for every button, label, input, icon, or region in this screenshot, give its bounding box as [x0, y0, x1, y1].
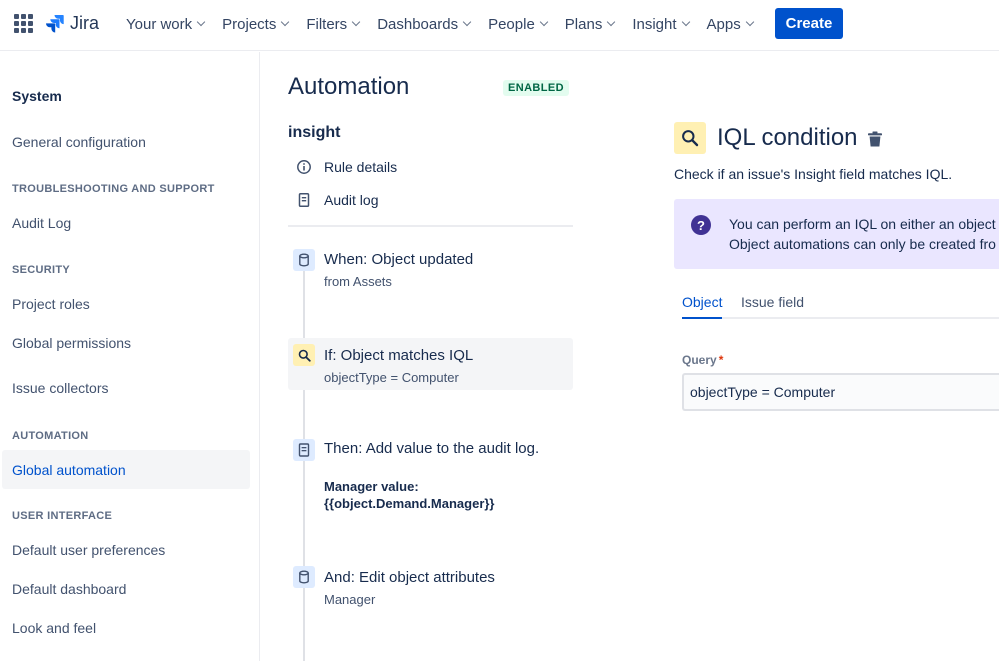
chevron-down-icon — [745, 17, 754, 27]
question-circle-icon: ? — [691, 215, 711, 235]
status-badge: ENABLED — [503, 80, 569, 96]
tab-object[interactable]: Object — [682, 294, 723, 319]
sidebar-item-default-user-preferences[interactable]: Default user preferences — [2, 531, 250, 569]
page-title: Automation — [288, 73, 410, 100]
step-title: When: Object updated — [324, 251, 474, 268]
audit-log-link[interactable]: Audit log — [296, 192, 378, 208]
database-icon — [299, 253, 309, 267]
action-badge — [293, 566, 315, 588]
nav-insight[interactable]: Insight — [632, 15, 690, 33]
info-message-line: You can perform an IQL on either an obje… — [729, 216, 996, 232]
nav-apps[interactable]: Apps — [706, 15, 754, 33]
rule-name: insight — [288, 124, 341, 141]
trigger-step[interactable]: When: Object updated from Assets — [288, 246, 573, 296]
admin-sidebar: System General configuration TROUBLESHOO… — [0, 52, 260, 661]
rule-details-label: Rule details — [324, 159, 398, 175]
info-circle-icon — [297, 160, 311, 174]
step-subtitle: Manager value: {{object.Demand.Manager}} — [324, 479, 495, 511]
step-subtitle: from Assets — [324, 274, 392, 289]
logo-text: Jira — [70, 13, 100, 33]
nav-label: Insight — [632, 15, 677, 33]
database-icon — [299, 570, 309, 584]
document-icon — [298, 443, 310, 457]
jira-logo[interactable]: Jira — [46, 13, 99, 34]
sidebar-item-default-dashboard[interactable]: Default dashboard — [2, 570, 250, 608]
search-icon — [298, 349, 311, 362]
app-switcher-icon[interactable] — [14, 14, 33, 33]
nav-projects[interactable]: Projects — [222, 15, 290, 33]
action-badge — [293, 439, 315, 461]
chevron-down-icon — [539, 17, 549, 27]
step-title: And: Edit object attributes — [324, 569, 495, 586]
chevron-down-icon — [607, 17, 616, 27]
sidebar-section-user-interface: USER INTERFACE — [12, 510, 113, 522]
step-title: Then: Add value to the audit log. — [324, 440, 540, 457]
sidebar-item-general-configuration[interactable]: General configuration — [2, 123, 250, 161]
nav-label: Projects — [222, 15, 277, 33]
chevron-down-icon — [681, 17, 690, 27]
nav-plans[interactable]: Plans — [564, 15, 616, 33]
sidebar-item-audit-log[interactable]: Audit Log — [2, 204, 250, 242]
jira-logo-icon — [46, 14, 64, 32]
panel-title: IQL condition — [717, 124, 858, 151]
nav-label: Filters — [306, 15, 348, 33]
tab-issue-field[interactable]: Issue field — [741, 294, 804, 319]
divider — [288, 225, 573, 227]
sidebar-section-troubleshooting: TROUBLESHOOTING AND SUPPORT — [12, 183, 215, 195]
nav-label: Plans — [564, 15, 603, 33]
condition-badge — [293, 344, 315, 366]
query-input[interactable] — [682, 373, 999, 411]
panel-description: Check if an issue's Insight field matche… — [674, 166, 953, 182]
sidebar-item-global-permissions[interactable]: Global permissions — [2, 324, 250, 362]
trigger-badge — [293, 249, 315, 271]
top-navigation: Jira Your work Projects Filters Dashboar… — [0, 0, 999, 51]
iql-condition-badge — [674, 122, 706, 154]
chevron-down-icon — [462, 17, 472, 27]
nav-filters[interactable]: Filters — [306, 15, 361, 33]
trash-icon[interactable] — [866, 130, 884, 148]
condition-step[interactable]: If: Object matches IQL objectType = Comp… — [288, 338, 573, 390]
sidebar-item-project-roles[interactable]: Project roles — [2, 285, 250, 323]
query-label-text: Query — [682, 353, 717, 367]
nav-people[interactable]: People — [488, 15, 549, 33]
query-label: Query * — [682, 353, 723, 367]
audit-log-label: Audit log — [324, 192, 379, 208]
nav-label: People — [488, 15, 535, 33]
action-step-edit-attributes[interactable]: And: Edit object attributes Manager — [288, 565, 573, 615]
step-subtitle: objectType = Computer — [324, 370, 459, 385]
sidebar-item-global-automation[interactable]: Global automation — [2, 450, 250, 489]
rule-details-link[interactable]: Rule details — [296, 159, 397, 175]
step-title: If: Object matches IQL — [324, 347, 474, 364]
chevron-down-icon — [351, 17, 361, 27]
nav-label: Your work — [126, 15, 193, 33]
sidebar-item-look-and-feel[interactable]: Look and feel — [2, 609, 250, 647]
search-icon — [682, 130, 699, 147]
sidebar-section-security: SECURITY — [12, 264, 71, 276]
chevron-down-icon — [196, 17, 206, 27]
sidebar-item-issue-collectors[interactable]: Issue collectors — [2, 369, 250, 407]
panel-tabs: Object Issue field — [682, 294, 999, 319]
action-step-audit-log[interactable]: Then: Add value to the audit log. Manage… — [288, 436, 573, 516]
document-icon — [298, 193, 310, 207]
sidebar-section-automation: AUTOMATION — [12, 430, 89, 442]
create-button[interactable]: Create — [775, 8, 843, 39]
nav-dashboards[interactable]: Dashboards — [377, 15, 472, 33]
nav-label: Dashboards — [377, 15, 459, 33]
nav-label: Apps — [706, 15, 741, 33]
info-message: ? You can perform an IQL on either an ob… — [674, 199, 999, 269]
info-message-line: Object automations can only be created f… — [729, 236, 996, 252]
nav-items: Your work Projects Filters Dashboards Pe… — [126, 0, 771, 48]
required-marker: * — [718, 353, 724, 367]
chevron-down-icon — [281, 17, 290, 27]
nav-your-work[interactable]: Your work — [126, 15, 206, 33]
sidebar-title: System — [12, 88, 62, 104]
step-subtitle: Manager — [324, 592, 376, 607]
